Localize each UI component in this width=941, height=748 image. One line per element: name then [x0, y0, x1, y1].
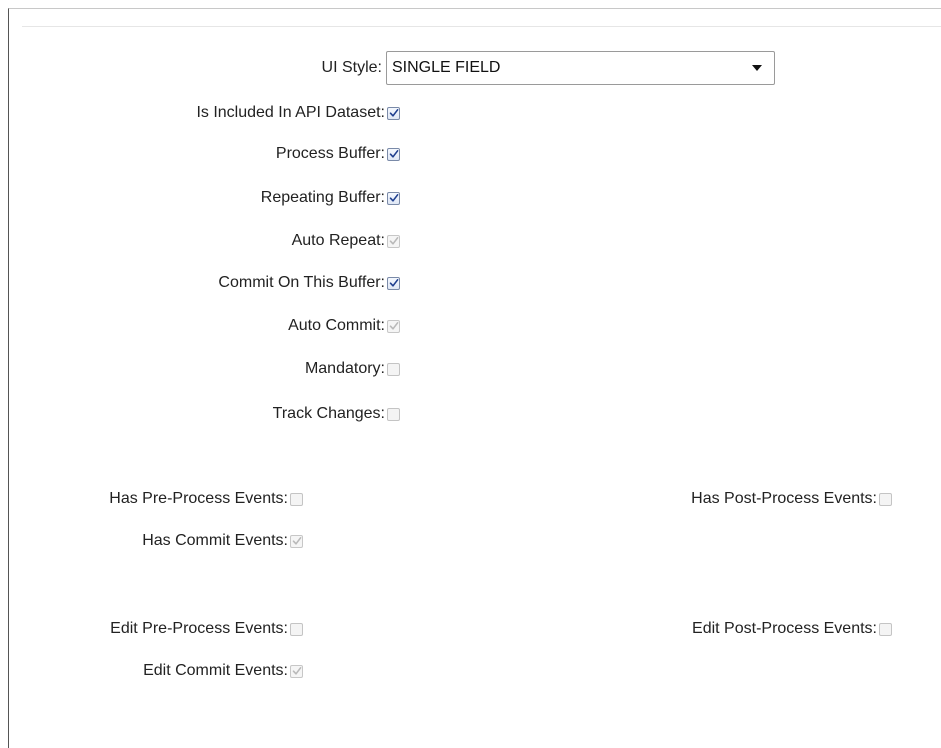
option-row-track-changes: Track Changes:: [60, 403, 400, 425]
chevron-down-icon[interactable]: [752, 65, 762, 71]
event-row-edit-pre-process: Edit Pre-Process Events:: [20, 618, 303, 640]
event-label: Has Pre-Process Events:: [109, 490, 288, 507]
option-row-repeating-buffer: Repeating Buffer:: [60, 187, 400, 209]
has-pre-process-checkbox[interactable]: [290, 492, 303, 506]
option-label: Is Included In API Dataset:: [196, 104, 385, 121]
api-dataset-checkbox[interactable]: [387, 106, 400, 120]
ui-style-value: SINGLE FIELD: [392, 59, 501, 76]
option-label: Auto Commit:: [288, 317, 385, 334]
track-changes-checkbox[interactable]: [387, 407, 400, 421]
event-row-has-post-process: Has Post-Process Events:: [560, 488, 892, 510]
ui-style-label: UI Style:: [321, 59, 382, 76]
option-row-api-dataset: Is Included In API Dataset:: [60, 102, 400, 124]
ui-style-row: UI Style:: [150, 57, 382, 79]
edit-pre-process-checkbox[interactable]: [290, 622, 303, 636]
event-label: Edit Commit Events:: [143, 662, 288, 679]
option-row-commit-buffer: Commit On This Buffer:: [60, 272, 400, 294]
mandatory-checkbox[interactable]: [387, 362, 400, 376]
option-label: Auto Repeat:: [291, 232, 385, 249]
option-label: Track Changes:: [272, 405, 385, 422]
event-row-edit-post-process: Edit Post-Process Events:: [560, 618, 892, 640]
has-post-process-checkbox[interactable]: [879, 492, 892, 506]
edit-commit-checkbox[interactable]: [290, 664, 303, 678]
event-label: Has Commit Events:: [142, 532, 288, 549]
panel-divider: [22, 26, 941, 27]
option-row-mandatory: Mandatory:: [60, 358, 400, 380]
event-label: Edit Pre-Process Events:: [110, 620, 288, 637]
option-label: Repeating Buffer:: [260, 189, 385, 206]
option-row-auto-repeat: Auto Repeat:: [60, 230, 400, 252]
process-buffer-checkbox[interactable]: [387, 147, 400, 161]
option-row-process-buffer: Process Buffer:: [60, 143, 400, 165]
option-row-auto-commit: Auto Commit:: [60, 315, 400, 337]
has-commit-checkbox[interactable]: [290, 534, 303, 548]
event-label: Edit Post-Process Events:: [692, 620, 877, 637]
event-label: Has Post-Process Events:: [691, 490, 877, 507]
commit-buffer-checkbox[interactable]: [387, 276, 400, 290]
option-label: Commit On This Buffer:: [218, 274, 385, 291]
option-label: Mandatory:: [304, 360, 385, 377]
event-row-edit-commit: Edit Commit Events:: [20, 660, 303, 682]
event-row-has-pre-process: Has Pre-Process Events:: [20, 488, 303, 510]
event-row-has-commit: Has Commit Events:: [20, 530, 303, 552]
option-label: Process Buffer:: [275, 145, 385, 162]
auto-commit-checkbox[interactable]: [387, 319, 400, 333]
ui-style-select[interactable]: SINGLE FIELD: [386, 51, 775, 85]
edit-post-process-checkbox[interactable]: [879, 622, 892, 636]
auto-repeat-checkbox[interactable]: [387, 234, 400, 248]
repeating-buffer-checkbox[interactable]: [387, 191, 400, 205]
